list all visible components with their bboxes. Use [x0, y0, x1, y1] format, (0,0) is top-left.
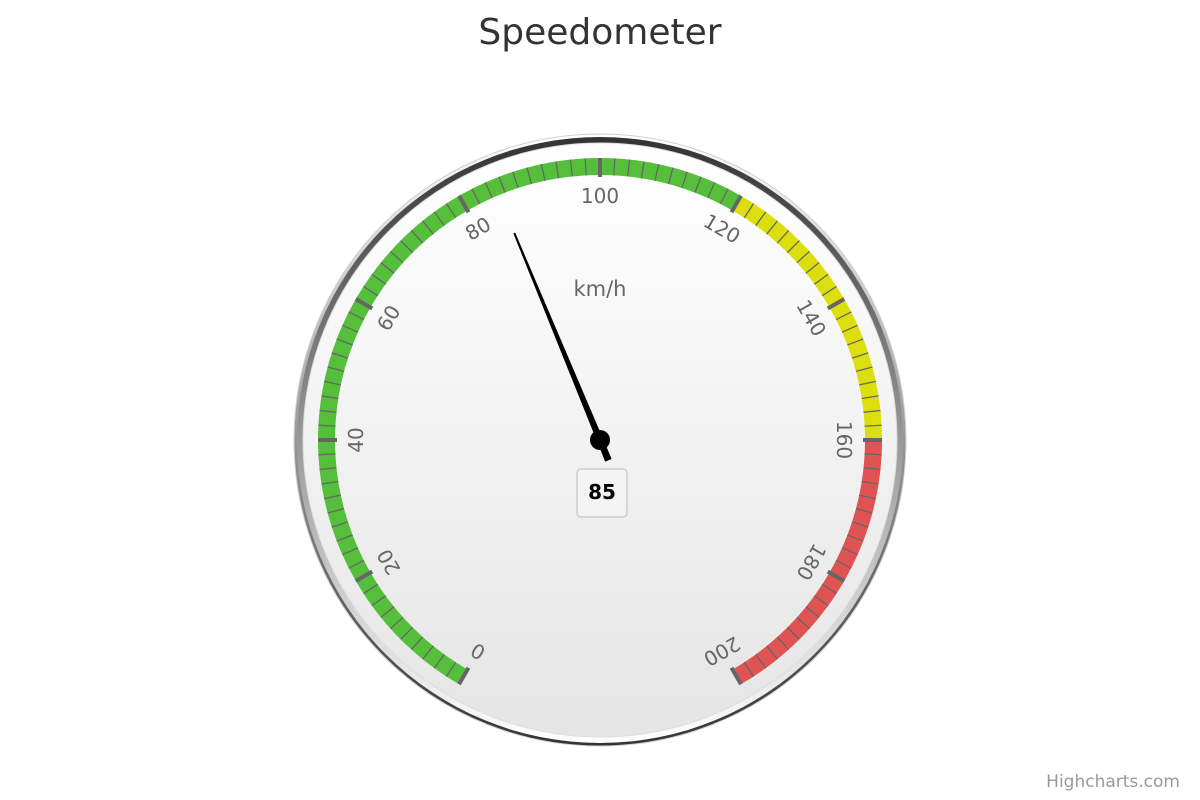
credits-link[interactable]: Highcharts.com [1046, 772, 1180, 792]
minor-tick [318, 453, 336, 456]
needle-pivot [590, 430, 610, 450]
value-label-box: 85 [576, 468, 628, 518]
tick-label: 40 [344, 427, 368, 452]
tick-label: 160 [832, 421, 856, 459]
minor-tick [613, 158, 616, 176]
minor-tick [864, 453, 882, 456]
unit-label: km/h [573, 277, 626, 301]
minor-tick [864, 424, 882, 427]
tick-label: 100 [581, 184, 619, 208]
minor-tick [584, 158, 587, 176]
value-label: 85 [588, 480, 616, 504]
minor-tick [318, 424, 336, 427]
speedometer-gauge: 020406080100120140160180200 km/h 85 [293, 133, 907, 747]
